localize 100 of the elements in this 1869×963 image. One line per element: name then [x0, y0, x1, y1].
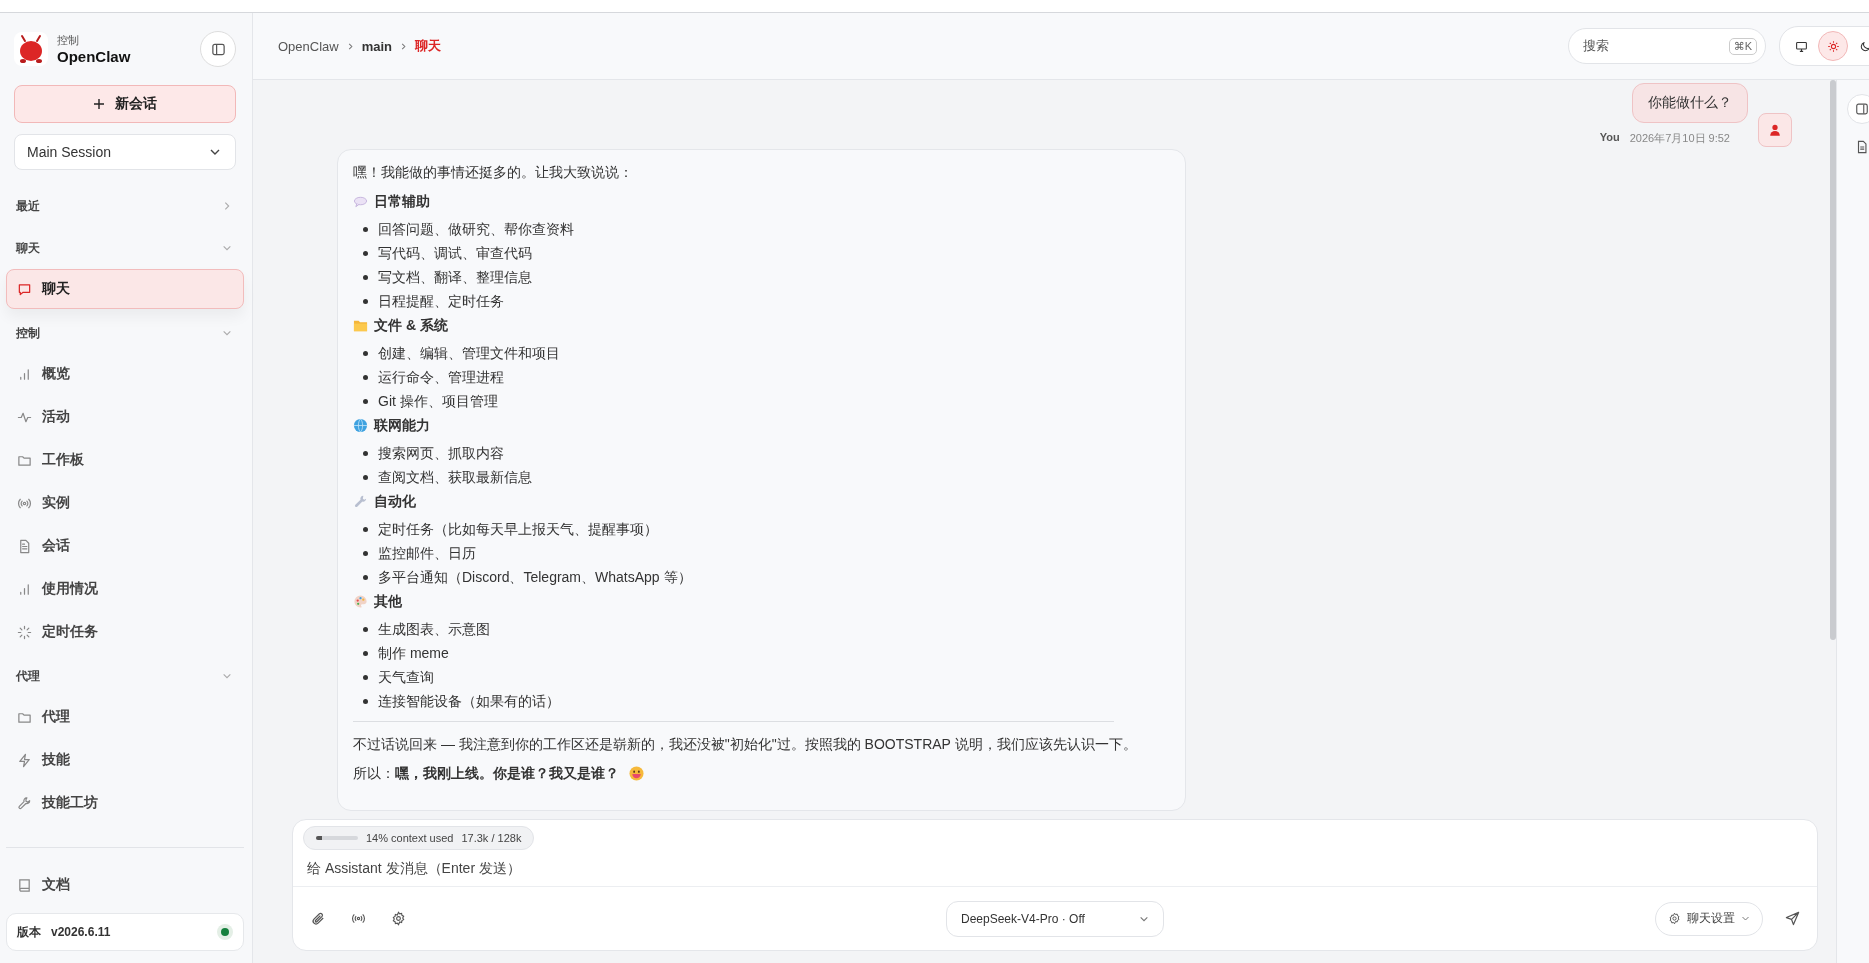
bullet-icon	[363, 674, 368, 680]
brand-title: OpenClaw	[57, 48, 132, 65]
scrollbar[interactable]	[1830, 80, 1836, 640]
chat-icon	[17, 281, 32, 297]
section-header[interactable]: 代理	[6, 658, 244, 694]
settings-icon	[1668, 912, 1681, 925]
settings-icon	[390, 911, 406, 926]
brand-subtitle: 控制	[57, 33, 80, 48]
bullet-icon	[363, 550, 368, 556]
plus-icon	[93, 98, 105, 110]
section-header[interactable]: 控制	[6, 315, 244, 351]
list-item: 制作 meme	[378, 644, 449, 663]
message-paragraph: 嘿！我能做的事情还挺多的。让我大致说说：	[353, 163, 633, 182]
nav-item[interactable]: 技能	[6, 740, 244, 780]
lightning-icon	[17, 752, 32, 768]
list-item: 监控邮件、日历	[378, 544, 476, 563]
sidebar-panel-icon	[1855, 102, 1869, 116]
bullet-icon	[363, 226, 368, 232]
bullet-icon	[363, 698, 368, 704]
panel-toggle-button[interactable]	[1847, 94, 1869, 124]
document-icon[interactable]	[1855, 140, 1869, 154]
section-heading: 日常辅助	[374, 192, 430, 211]
message-paragraph: 所以：嘿，我刚上线。你是谁？我又是谁？	[353, 764, 619, 783]
message-composer[interactable]: 14% context used 17.3k / 128k 给 Assistant 发消息（Enter 发送） DeepSeek-V4-Pro · Off 聊天设置	[292, 819, 1818, 951]
sun-icon	[1826, 39, 1840, 53]
bullet-icon	[363, 526, 368, 532]
list-item: 查阅文档、获取最新信息	[378, 468, 532, 487]
session-select[interactable]: Main Session	[14, 134, 236, 170]
shortcut-badge: ⌘K	[1728, 37, 1757, 55]
breadcrumb-item[interactable]: main	[361, 38, 393, 54]
loader-icon	[17, 624, 32, 640]
search-field[interactable]: 搜索 ⌘K	[1568, 28, 1766, 64]
bullet-icon	[363, 450, 368, 456]
breadcrumb-item[interactable]: OpenClaw	[278, 38, 339, 54]
sender-name: You	[1599, 131, 1620, 145]
person-icon	[1768, 123, 1782, 137]
nav-item[interactable]: 技能工坊	[6, 783, 244, 823]
wrench-icon	[17, 795, 32, 811]
docs-link[interactable]: 文档	[6, 865, 244, 905]
moon-icon	[1858, 39, 1869, 53]
bullet-icon	[363, 374, 368, 380]
list-item: 多平台通知（Discord、Telegram、WhatsApp 等）	[378, 568, 692, 587]
list-item: 连接智能设备（如果有的话）	[378, 692, 560, 711]
logo-icon	[14, 32, 48, 66]
nav-item[interactable]: 工作板	[6, 440, 244, 480]
nav-item[interactable]: 活动	[6, 397, 244, 437]
nav-item[interactable]: 会话	[6, 526, 244, 566]
section-header[interactable]: 聊天	[6, 230, 244, 266]
monitor-icon	[1794, 39, 1808, 53]
nav-item[interactable]: 代理	[6, 697, 244, 737]
new-chat-button[interactable]: 新会话	[14, 85, 236, 123]
list-item: 生成图表、示意图	[378, 620, 490, 639]
nav-item[interactable]: 使用情况	[6, 569, 244, 609]
globe-icon	[353, 417, 368, 433]
document-icon	[17, 538, 32, 554]
token-count: 17.3k / 128k	[461, 832, 522, 844]
list-item: 运行命令、管理进程	[378, 368, 504, 387]
bullet-icon	[363, 474, 368, 480]
sidebar-panel-icon	[210, 41, 226, 57]
broadcast-icon	[350, 911, 366, 926]
nav-item[interactable]: 聊天	[6, 269, 244, 309]
chevron-right-icon	[400, 42, 408, 50]
list-item: Git 操作、项目管理	[378, 392, 498, 411]
bullet-icon	[363, 574, 368, 580]
nav-item[interactable]: 概览	[6, 354, 244, 394]
section-heading: 自动化	[374, 492, 416, 511]
bullet-icon	[363, 298, 368, 304]
version-label: 版本	[17, 923, 41, 941]
version-number: v2026.6.11	[51, 925, 112, 939]
sun-button[interactable]	[1818, 31, 1848, 61]
list-item: 回答问题、做研究、帮你查资料	[378, 220, 574, 239]
chevron-down-icon	[222, 243, 232, 253]
chevron-down-icon	[222, 671, 232, 681]
breadcrumb-item[interactable]: 聊天	[415, 37, 442, 55]
bullet-icon	[363, 250, 368, 256]
nav-item[interactable]: 定时任务	[6, 612, 244, 652]
bar-chart-icon	[17, 581, 32, 597]
chevron-right-icon	[222, 201, 232, 211]
bullet-icon	[363, 350, 368, 356]
context-usage-text: 14% context used	[366, 832, 454, 844]
wrench-icon	[353, 493, 368, 509]
list-item: 定时任务（比如每天早上报天气、提醒事项）	[378, 520, 658, 539]
book-icon	[17, 877, 32, 893]
collapse-sidebar-button[interactable]	[200, 31, 236, 67]
section-heading: 联网能力	[374, 416, 430, 435]
section-heading: 文件 & 系统	[374, 316, 448, 335]
section-header[interactable]: 最近	[6, 188, 244, 224]
chat-settings-button[interactable]: 聊天设置	[1655, 901, 1763, 936]
list-item: 天气查询	[378, 668, 434, 687]
paperclip-icon	[310, 911, 326, 926]
bullet-icon	[363, 626, 368, 632]
message-paragraph: 不过话说回来 — 我注意到你的工作区还是崭新的，我还没被"初始化"过。按照我的 BOOTSTRAP 说明，我们应该先认识一下。	[353, 735, 1137, 754]
bar-chart-icon	[17, 366, 32, 382]
nav-item[interactable]: 实例	[6, 483, 244, 523]
model-select[interactable]: DeepSeek-V4-Pro · Off	[946, 900, 1164, 937]
section-heading: 其他	[374, 592, 402, 611]
user-message: 你能做什么？	[1632, 83, 1748, 123]
chevron-down-icon	[1741, 914, 1750, 923]
message-time: 2026年7月10日 9:52	[1629, 131, 1730, 146]
list-item: 创建、编辑、管理文件和项目	[378, 344, 560, 363]
